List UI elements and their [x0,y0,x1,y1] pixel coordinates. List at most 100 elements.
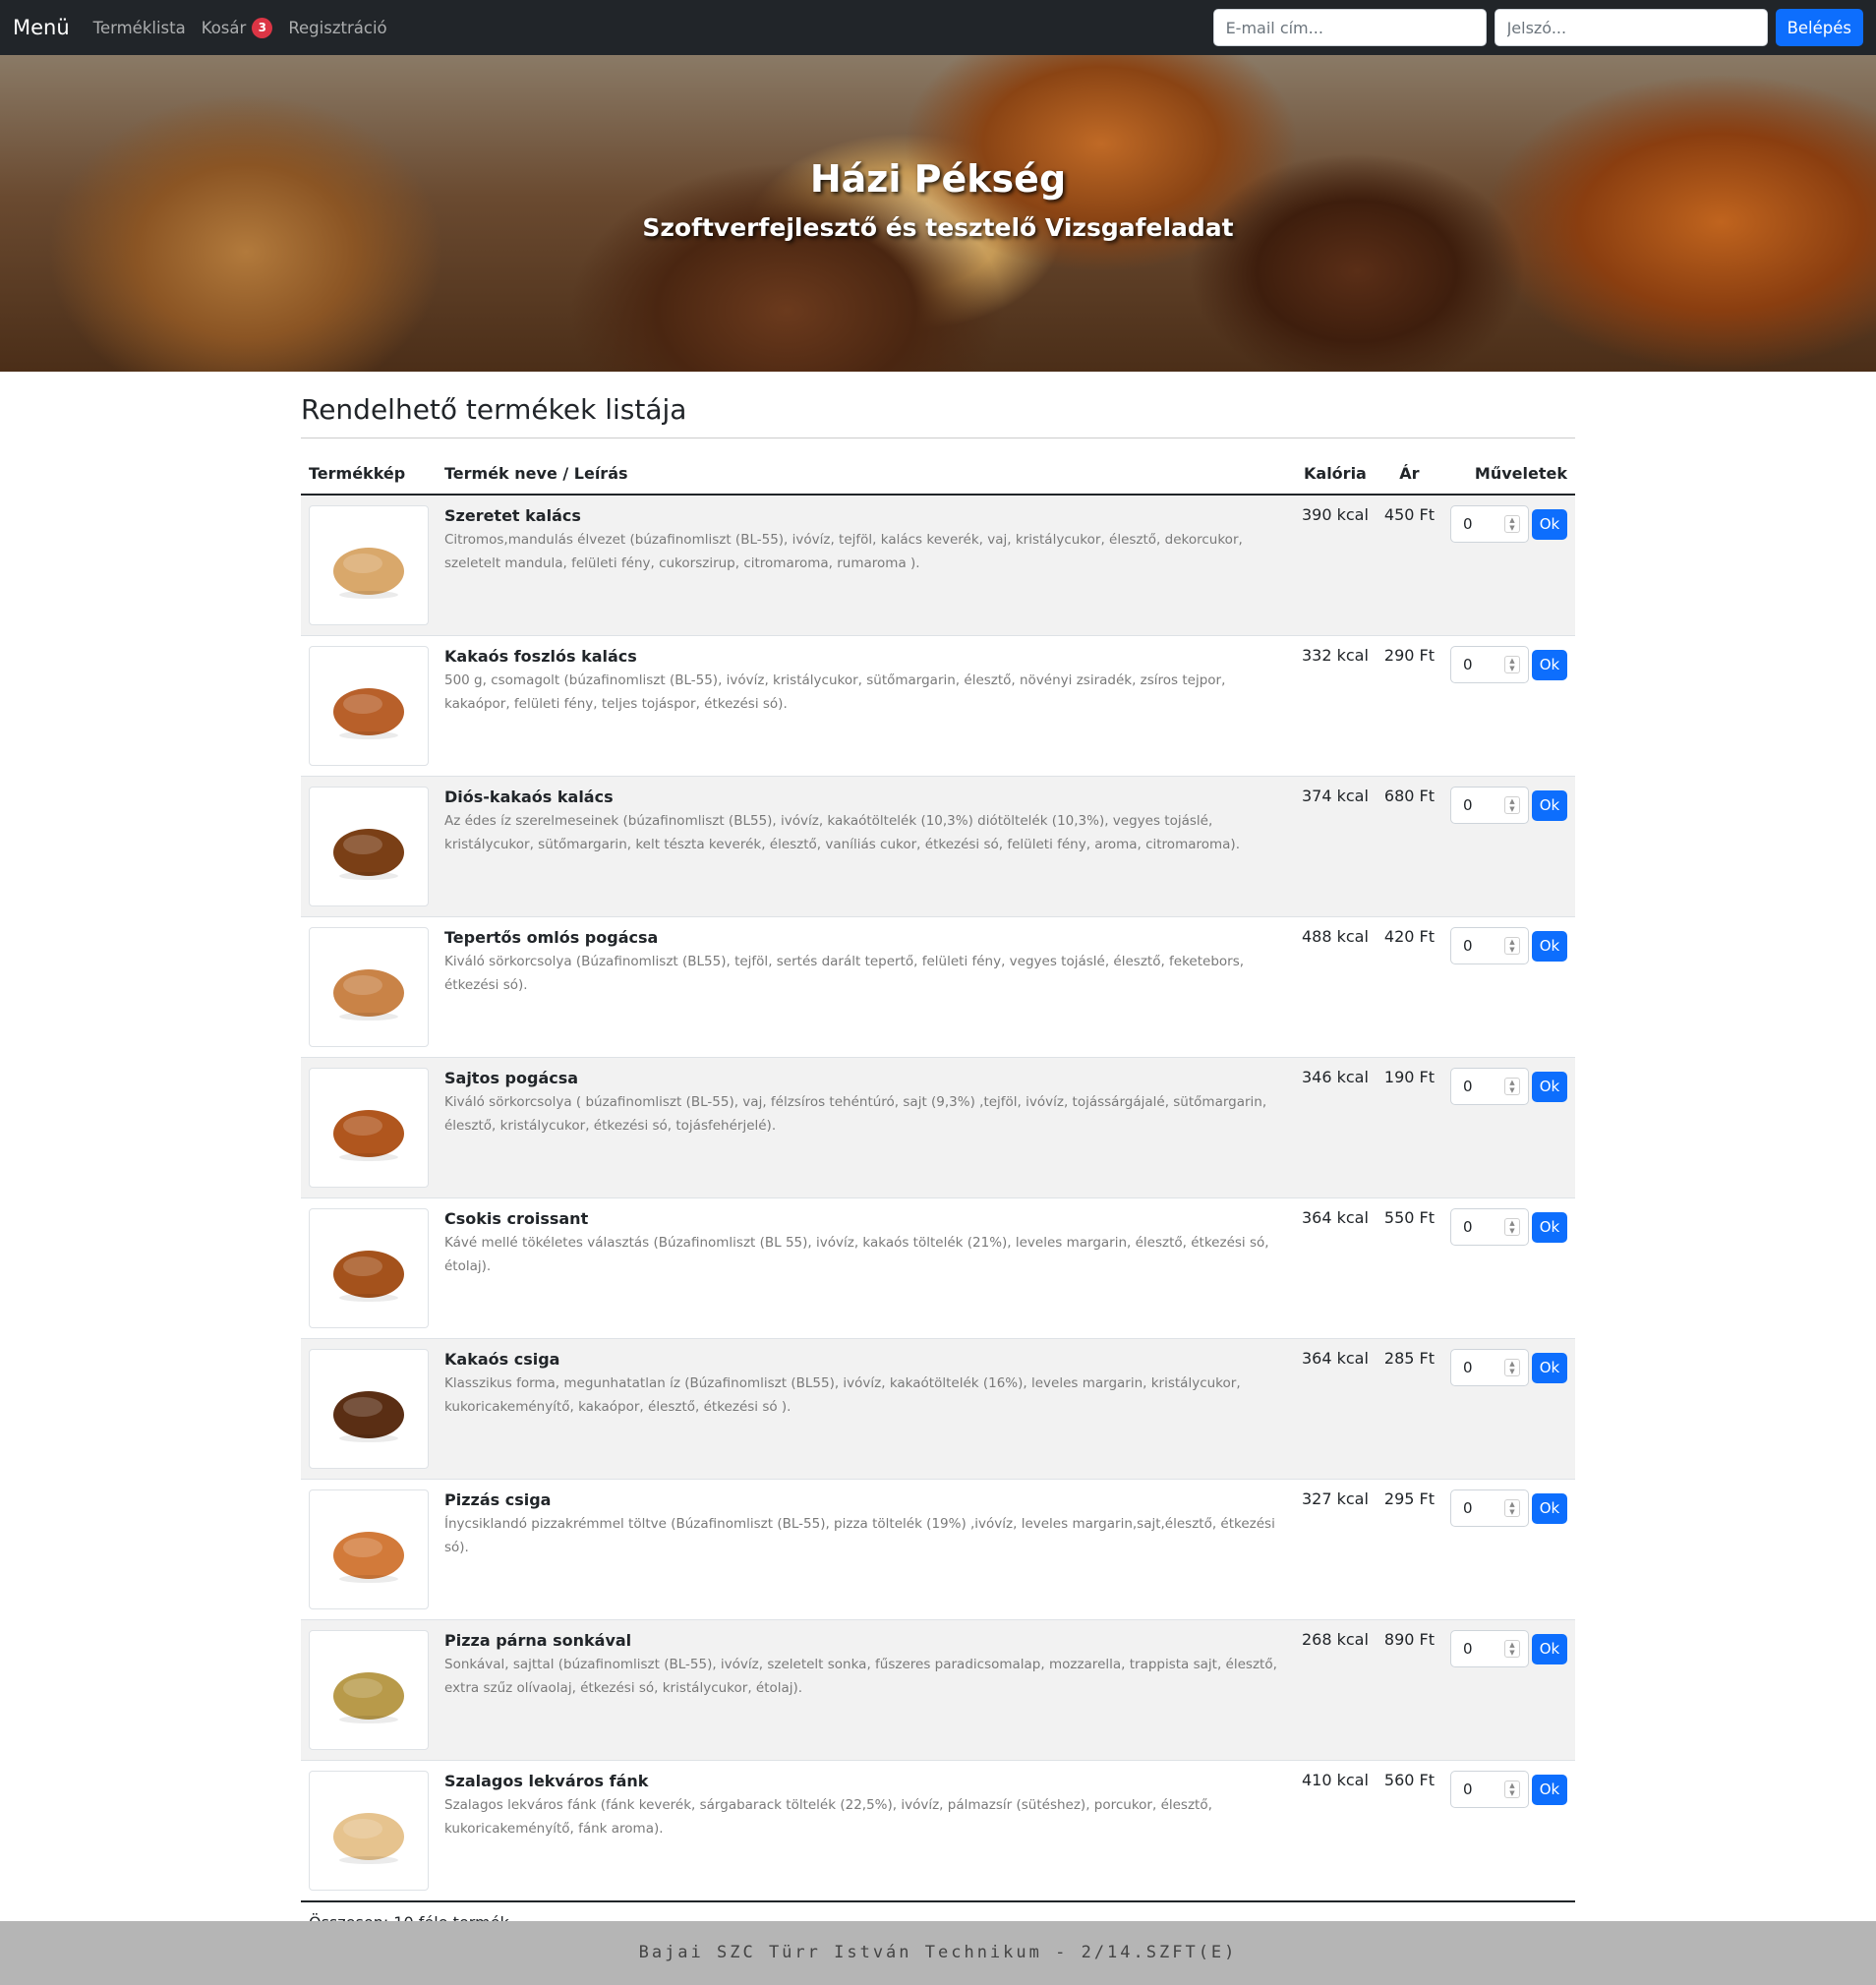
quantity-input[interactable]: 0 ▲ ▼ [1450,1068,1529,1105]
product-calories: 374 kcal [1301,787,1369,805]
chevron-up-icon[interactable]: ▲ [1509,1360,1514,1368]
chevron-down-icon[interactable]: ▼ [1509,524,1514,532]
chevron-up-icon[interactable]: ▲ [1509,1781,1514,1789]
add-to-cart-button[interactable]: Ok [1532,1071,1567,1102]
product-actions-cell: 0 ▲ ▼ Ok [1442,495,1575,636]
product-actions: 0 ▲ ▼ Ok [1450,1630,1567,1667]
quantity-stepper[interactable]: ▲ ▼ [1504,937,1520,955]
quantity-input[interactable]: 0 ▲ ▼ [1450,1630,1529,1667]
chevron-down-icon[interactable]: ▼ [1509,665,1514,672]
chevron-down-icon[interactable]: ▼ [1509,1227,1514,1235]
product-calories: 390 kcal [1301,505,1369,524]
chevron-up-icon[interactable]: ▲ [1509,1219,1514,1227]
pizza-roll-image [309,1489,429,1609]
chevron-up-icon[interactable]: ▲ [1509,657,1514,665]
add-to-cart-button[interactable]: Ok [1532,1774,1567,1805]
chevron-down-icon[interactable]: ▼ [1509,1789,1514,1797]
product-price: 680 Ft [1383,787,1435,805]
table-row: Szeretet kalács Citromos,mandulás élvezet… [301,495,1575,636]
chevron-down-icon[interactable]: ▼ [1509,1508,1514,1516]
add-to-cart-button[interactable]: Ok [1532,1492,1567,1524]
product-description: Kiváló sörkorcsolya ( búzafinomliszt (BL… [444,1094,1267,1134]
chevron-up-icon[interactable]: ▲ [1509,938,1514,946]
quantity-input[interactable]: 0 ▲ ▼ [1450,927,1529,964]
product-list: Szeretet kalács Citromos,mandulás élvezet… [301,495,1575,1901]
chevron-down-icon[interactable]: ▼ [1509,1368,1514,1375]
quantity-value: 0 [1463,796,1473,814]
add-to-cart-button[interactable]: Ok [1532,1352,1567,1383]
cheese-scone-image [309,1068,429,1188]
add-to-cart-button[interactable]: Ok [1532,930,1567,962]
product-price: 890 Ft [1383,1630,1435,1649]
product-image-cell [301,1058,437,1198]
chevron-down-icon[interactable]: ▼ [1509,805,1514,813]
product-description: Kiváló sörkorcsolya (Búzafinomliszt (BL5… [444,954,1245,993]
quantity-value: 0 [1463,1781,1473,1798]
add-to-cart-button[interactable]: Ok [1532,1633,1567,1664]
login-form: Belépés [1212,9,1863,46]
table-row: Szalagos lekváros fánk Szalagos lekváros … [301,1761,1575,1902]
product-name: Diós-kakaós kalács [444,788,614,806]
quantity-input[interactable]: 0 ▲ ▼ [1450,787,1529,824]
product-calories: 346 kcal [1301,1068,1369,1086]
chevron-down-icon[interactable]: ▼ [1509,946,1514,954]
add-to-cart-button[interactable]: Ok [1532,649,1567,680]
product-image-cell [301,1761,437,1902]
nav-link-cart[interactable]: Kosár 3 [202,17,273,38]
add-to-cart-button[interactable]: Ok [1532,1211,1567,1243]
quantity-value: 0 [1463,656,1473,673]
email-input[interactable] [1212,9,1487,46]
chevron-up-icon[interactable]: ▲ [1509,1500,1514,1508]
chevron-up-icon[interactable]: ▲ [1509,797,1514,805]
product-info-cell: Szalagos lekváros fánk Szalagos lekváros … [437,1761,1294,1902]
product-calories: 364 kcal [1301,1208,1369,1227]
product-actions: 0 ▲ ▼ Ok [1450,1068,1567,1105]
product-actions: 0 ▲ ▼ Ok [1450,1489,1567,1527]
quantity-stepper[interactable]: ▲ ▼ [1504,1781,1520,1798]
product-image-cell [301,1480,437,1620]
quantity-stepper[interactable]: ▲ ▼ [1504,796,1520,814]
product-actions: 0 ▲ ▼ Ok [1450,505,1567,543]
product-name: Sajtos pogácsa [444,1069,579,1087]
hero-banner: Házi Pékség Szoftverfejlesztő és tesztel… [0,55,1876,372]
quantity-stepper[interactable]: ▲ ▼ [1504,1640,1520,1658]
add-to-cart-button[interactable]: Ok [1532,508,1567,540]
product-price: 560 Ft [1383,1771,1435,1789]
quantity-stepper[interactable]: ▲ ▼ [1504,1078,1520,1095]
password-input[interactable] [1494,9,1768,46]
quantity-input[interactable]: 0 ▲ ▼ [1450,1208,1529,1246]
product-price: 190 Ft [1383,1068,1435,1086]
page-title: Rendelhető termékek listája [301,393,687,426]
product-actions: 0 ▲ ▼ Ok [1450,1208,1567,1246]
quantity-input[interactable]: 0 ▲ ▼ [1450,1771,1529,1808]
add-to-cart-button[interactable]: Ok [1532,789,1567,821]
nav-link-registration[interactable]: Regisztráció [288,19,386,37]
quantity-stepper[interactable]: ▲ ▼ [1504,656,1520,673]
product-name: Szalagos lekváros fánk [444,1772,649,1790]
sweet-bread-image [309,505,429,625]
product-description: Szalagos lekváros fánk (fánk keverék, sá… [444,1797,1212,1837]
product-image-cell [301,917,437,1058]
quantity-input[interactable]: 0 ▲ ▼ [1450,646,1529,683]
quantity-stepper[interactable]: ▲ ▼ [1504,1359,1520,1376]
quantity-input[interactable]: 0 ▲ ▼ [1450,1489,1529,1527]
chevron-down-icon[interactable]: ▼ [1509,1649,1514,1657]
quantity-stepper[interactable]: ▲ ▼ [1504,515,1520,533]
chevron-up-icon[interactable]: ▲ [1509,1079,1514,1086]
login-button[interactable]: Belépés [1775,9,1863,46]
chevron-down-icon[interactable]: ▼ [1509,1086,1514,1094]
nav-link-product-list[interactable]: Terméklista [93,19,186,37]
product-info-cell: Kakaós foszlós kalács 500 g, csomagolt (b… [437,636,1294,777]
navbar-brand[interactable]: Menü [13,16,70,39]
scone-image [309,927,429,1047]
chevron-up-icon[interactable]: ▲ [1509,516,1514,524]
quantity-input[interactable]: 0 ▲ ▼ [1450,1349,1529,1386]
product-actions: 0 ▲ ▼ Ok [1450,927,1567,964]
quantity-input[interactable]: 0 ▲ ▼ [1450,505,1529,543]
hero-title: Házi Pékség [809,157,1067,201]
quantity-stepper[interactable]: ▲ ▼ [1504,1218,1520,1236]
product-actions-cell: 0 ▲ ▼ Ok [1442,1058,1575,1198]
quantity-stepper[interactable]: ▲ ▼ [1504,1499,1520,1517]
hero-subtitle: Szoftverfejlesztő és tesztelő Vizsgafela… [642,213,1234,242]
chevron-up-icon[interactable]: ▲ [1509,1641,1514,1649]
